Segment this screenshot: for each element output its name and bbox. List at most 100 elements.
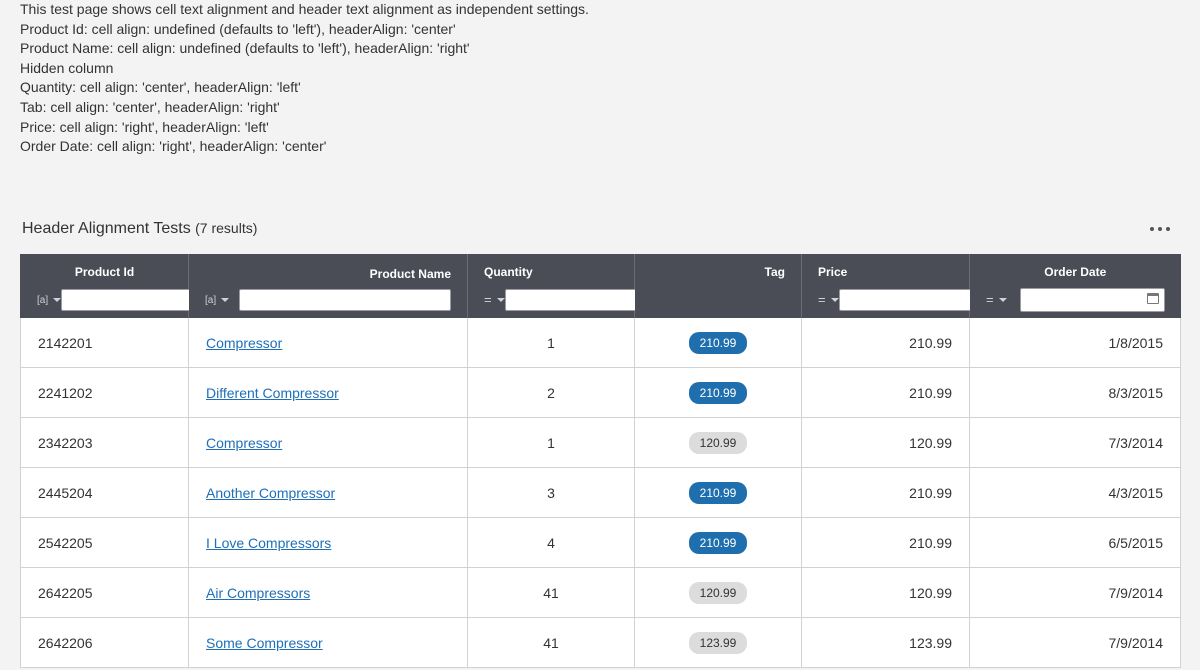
string-filter-icon: [a]	[37, 294, 49, 306]
cell-tag: 210.99	[634, 367, 802, 418]
note-line: Order Date: cell align: 'right', headerA…	[20, 138, 327, 155]
filter-input-order-date[interactable]	[1020, 288, 1165, 312]
tag-badge: 210.99	[688, 531, 748, 554]
string-filter-icon: [a]	[205, 294, 217, 306]
cell-order-date: 7/3/2014	[969, 417, 1181, 468]
cell-quantity: 3	[467, 467, 635, 518]
equals-filter-icon: =	[986, 292, 994, 307]
cell-product-name: Another Compressor	[188, 467, 468, 518]
product-link[interactable]: Different Compressor	[206, 385, 339, 401]
filter-row: [a]	[37, 288, 227, 312]
grid-title-text: Header Alignment Tests	[22, 220, 191, 237]
more-horizontal-icon	[1150, 227, 1154, 231]
tag-badge: 210.99	[688, 381, 748, 404]
column-header-product-id[interactable]: Product Id [a]	[20, 254, 227, 318]
caret-down-icon	[830, 298, 839, 302]
cell-quantity: 41	[467, 567, 635, 618]
table-row: 2642205 Air Compressors 41 120.99 120.99…	[20, 567, 1181, 618]
cell-price: 123.99	[801, 617, 970, 668]
cell-tag: 210.99	[634, 517, 802, 568]
table-row: 2142201 Compressor 1 210.99 210.99 1/8/2…	[20, 318, 1181, 368]
cell-order-date: 7/9/2014	[969, 567, 1181, 618]
caret-down-icon	[53, 298, 62, 302]
column-header-quantity[interactable]: Quantity =	[467, 254, 670, 318]
column-header-product-name[interactable]: Product Name [a]	[188, 254, 468, 318]
date-filter	[1020, 288, 1165, 312]
note-line: Tab: cell align: 'center', headerAlign: …	[20, 98, 280, 115]
cell-order-date: 7/9/2014	[969, 617, 1181, 668]
cell-tag: 120.99	[634, 417, 802, 468]
result-count: (7 results)	[195, 220, 258, 236]
note-line: Product Name: cell align: undefined (def…	[20, 40, 470, 57]
caret-down-icon	[496, 298, 505, 302]
filter-operator-button[interactable]: =	[986, 292, 1020, 307]
cell-product-id: 2142201	[20, 318, 189, 368]
cell-tag: 120.99	[634, 567, 802, 618]
equals-filter-icon: =	[484, 292, 492, 307]
product-link[interactable]: Compressor	[206, 435, 282, 451]
description-notes: This test page shows cell text alignment…	[20, 0, 589, 157]
cell-product-id: 2342203	[20, 417, 189, 468]
filter-row: =	[818, 288, 1004, 312]
equals-filter-icon: =	[818, 292, 826, 307]
data-grid: Product Id [a] Product Name [a] Quantity…	[20, 254, 1181, 668]
filter-operator-button[interactable]: [a]	[205, 295, 239, 306]
tag-badge: 120.99	[688, 581, 748, 604]
column-label: Product Name	[369, 267, 451, 281]
filter-operator-button[interactable]: [a]	[37, 294, 62, 306]
tag-badge: 123.99	[688, 631, 748, 654]
cell-product-name: I Love Compressors	[188, 517, 468, 568]
column-header-order-date[interactable]: Order Date =	[969, 254, 1181, 318]
column-label: Order Date	[1044, 265, 1107, 279]
filter-operator-button[interactable]: =	[484, 292, 505, 307]
tag-badge: 120.99	[688, 431, 748, 454]
cell-price: 210.99	[801, 318, 970, 368]
tag-badge: 210.99	[688, 481, 748, 504]
more-horizontal-icon	[1166, 227, 1170, 231]
product-link[interactable]: Another Compressor	[206, 485, 335, 501]
cell-quantity: 1	[467, 318, 635, 368]
cell-price: 120.99	[801, 417, 970, 468]
column-label: Quantity	[484, 265, 533, 279]
calendar-icon[interactable]	[1146, 293, 1159, 304]
cell-product-id: 2642206	[20, 617, 189, 668]
filter-input-product-name[interactable]	[239, 289, 451, 311]
cell-product-name: Some Compressor	[188, 617, 468, 668]
cell-tag: 210.99	[634, 467, 802, 518]
filter-operator-button[interactable]: =	[818, 292, 839, 307]
cell-order-date: 8/3/2015	[969, 367, 1181, 418]
column-header-tag[interactable]: Tag	[634, 254, 802, 318]
product-link[interactable]: Compressor	[206, 335, 282, 351]
column-label: Tag	[764, 265, 785, 279]
cell-product-id: 2542205	[20, 517, 189, 568]
product-link[interactable]: I Love Compressors	[206, 535, 331, 551]
cell-quantity: 1	[467, 417, 635, 468]
product-link[interactable]: Air Compressors	[206, 585, 310, 601]
cell-product-id: 2642205	[20, 567, 189, 618]
cell-price: 210.99	[801, 467, 970, 518]
cell-price: 210.99	[801, 367, 970, 418]
column-header-price[interactable]: Price =	[801, 254, 1004, 318]
column-label: Product Id	[74, 265, 135, 279]
note-line: Product Id: cell align: undefined (defau…	[20, 20, 456, 37]
cell-tag: 210.99	[634, 318, 802, 368]
product-link[interactable]: Some Compressor	[206, 635, 323, 651]
filter-row: =	[986, 288, 1165, 312]
note-line: Price: cell align: 'right', headerAlign:…	[20, 118, 269, 135]
table-row: 2241202 Different Compressor 2 210.99 21…	[20, 367, 1181, 418]
cell-order-date: 4/3/2015	[969, 467, 1181, 518]
note-line: This test page shows cell text alignment…	[20, 1, 589, 17]
cell-product-name: Air Compressors	[188, 567, 468, 618]
cell-quantity: 2	[467, 367, 635, 418]
header-row: Product Id [a] Product Name [a] Quantity…	[20, 254, 1181, 318]
more-options-button[interactable]	[1150, 220, 1170, 238]
cell-quantity: 4	[467, 517, 635, 568]
column-label: Price	[818, 265, 848, 279]
cell-product-id: 2445204	[20, 467, 189, 518]
cell-quantity: 41	[467, 617, 635, 668]
filter-row: [a]	[205, 288, 451, 312]
caret-down-icon	[221, 298, 230, 302]
cell-order-date: 6/5/2015	[969, 517, 1181, 568]
note-line: Hidden column	[20, 59, 114, 76]
more-horizontal-icon	[1158, 227, 1162, 231]
